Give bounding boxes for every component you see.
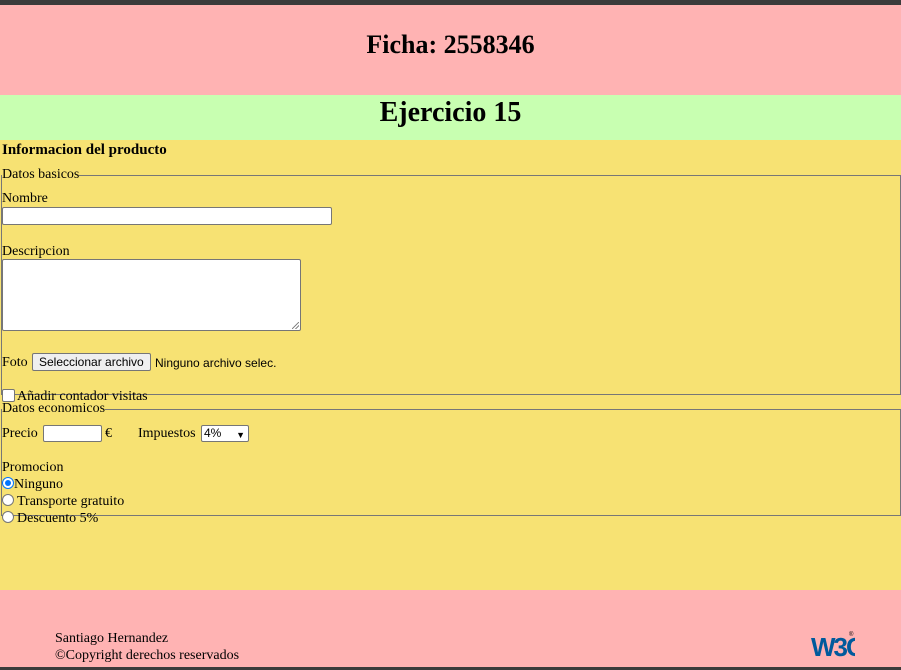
chevron-down-icon: ▼ — [236, 430, 245, 440]
price-label: Precio — [2, 426, 38, 441]
tax-label: Impuestos — [138, 426, 196, 441]
basic-data-fieldset: Datos basicos Nombre Descripcion Foto Se… — [1, 167, 901, 404]
promotion-label-none: Ninguno — [14, 477, 63, 492]
section-title: Informacion del producto — [2, 142, 167, 158]
select-file-button[interactable]: Seleccionar archivo — [32, 353, 151, 371]
footer: Santiago Hernandez ©Copyright derechos r… — [0, 590, 901, 670]
ficha-title: Ficha: 2558346 — [366, 30, 535, 59]
promotion-label-discount: Descuento 5% — [17, 511, 99, 526]
subheader-banner: Ejercicio 15 — [0, 95, 901, 140]
w3c-logo-icon[interactable]: W3C ® — [811, 628, 855, 662]
file-status-text: Ninguno archivo selec. — [155, 356, 277, 370]
photo-label: Foto — [2, 355, 28, 370]
promotion-label: Promocion — [2, 460, 64, 475]
price-input[interactable] — [43, 425, 102, 442]
description-textarea[interactable] — [2, 259, 301, 331]
promotion-radio-none[interactable] — [2, 477, 14, 489]
resize-grip-icon[interactable] — [292, 322, 299, 329]
promotion-label-free-shipping: Transporte gratuito — [17, 494, 125, 509]
footer-author: Santiago Hernandez — [55, 631, 169, 646]
economic-data-fieldset: Datos economicos Precio € Impuestos 4% ▼… — [1, 401, 901, 526]
name-label: Nombre — [2, 191, 48, 206]
tax-select[interactable]: 4% ▼ — [201, 425, 249, 442]
economic-data-legend: Datos economicos — [2, 401, 106, 416]
exercise-title: Ejercicio 15 — [379, 97, 522, 128]
currency-symbol: € — [105, 426, 112, 441]
tax-select-value: 4% — [204, 426, 222, 440]
registered-mark-icon: ® — [849, 631, 854, 638]
name-input[interactable] — [2, 207, 332, 225]
basic-data-legend: Datos basicos — [2, 167, 80, 182]
description-label: Descripcion — [2, 244, 70, 259]
promotion-radio-discount[interactable] — [2, 511, 14, 523]
footer-copyright: ©Copyright derechos reservados — [55, 648, 240, 663]
header-banner: Ficha: 2558346 — [0, 5, 901, 95]
product-form: Informacion del producto Datos basicos N… — [0, 140, 901, 590]
promotion-radio-free-shipping[interactable] — [2, 494, 14, 506]
